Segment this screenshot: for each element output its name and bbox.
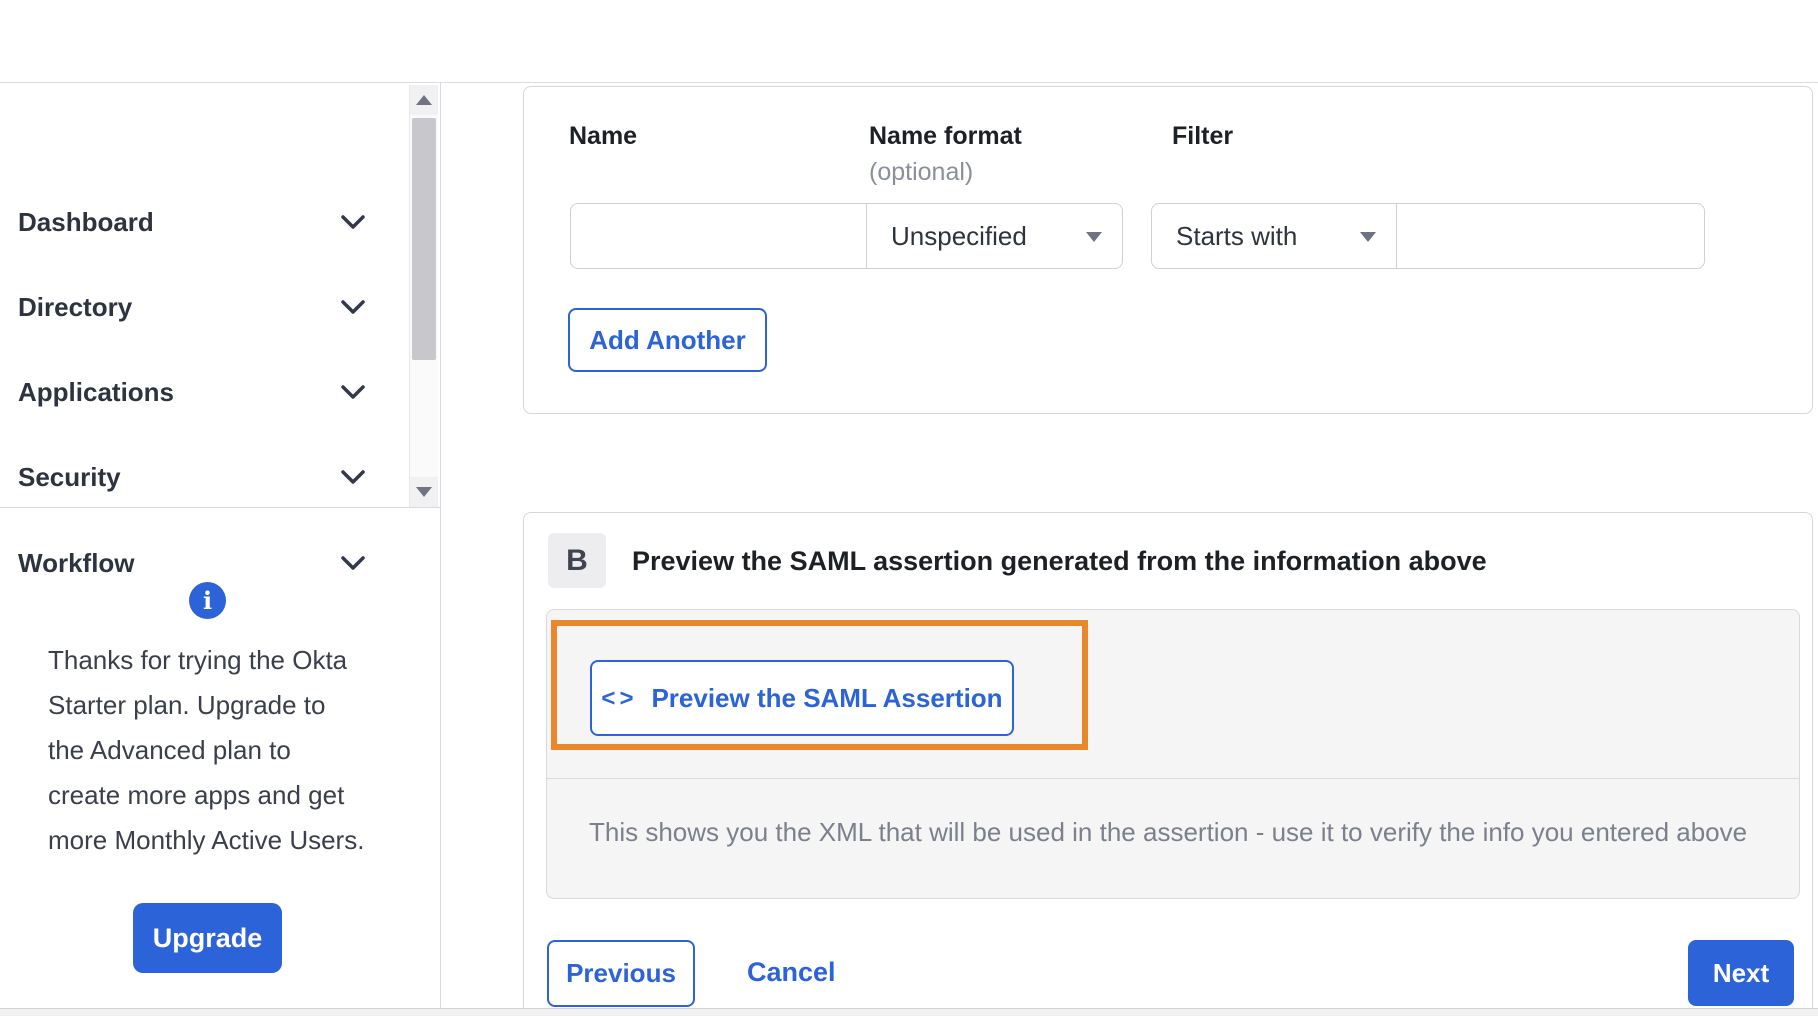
sidebar-item-dashboard[interactable]: Dashboard — [0, 197, 408, 249]
top-header — [0, 0, 1818, 83]
name-format-select[interactable]: Unspecified — [866, 203, 1123, 269]
chevron-down-icon — [341, 300, 365, 314]
cancel-link[interactable]: Cancel — [747, 957, 836, 988]
sidebar-item-label: Applications — [18, 377, 175, 407]
code-icon: <> — [601, 685, 638, 712]
scrollbar-down-button[interactable] — [410, 477, 438, 507]
upsell-message: Thanks for trying the Okta Starter plan.… — [48, 638, 388, 863]
info-icon: i — [189, 582, 226, 619]
filter-value-input[interactable] — [1396, 203, 1705, 269]
panel-divider — [546, 778, 1800, 779]
sidebar-item-security[interactable]: Security — [0, 452, 408, 504]
sidebar-scrollbar-thumb[interactable] — [412, 118, 436, 360]
upsell-line: create more apps and get — [48, 780, 345, 810]
next-button[interactable]: Next — [1688, 940, 1794, 1006]
upsell-line: the Advanced plan to — [48, 735, 291, 765]
upgrade-button[interactable]: Upgrade — [133, 903, 282, 973]
add-another-button[interactable]: Add Another — [568, 308, 767, 372]
scrollbar-up-button[interactable] — [410, 85, 438, 115]
sidebar-nav-divider — [0, 507, 441, 508]
step-b-badge: B — [548, 533, 606, 588]
sidebar-item-directory[interactable]: Directory — [0, 282, 408, 334]
previous-button[interactable]: Previous — [547, 940, 695, 1007]
sidebar-item-label: Dashboard — [18, 207, 154, 237]
sidebar-item-label: Directory — [18, 292, 133, 322]
column-header-filter: Filter — [1172, 122, 1234, 150]
chevron-down-icon — [341, 470, 365, 484]
section-b-heading: Preview the SAML assertion generated fro… — [632, 546, 1487, 576]
chevron-down-icon — [341, 556, 365, 570]
sidebar-item-label: Security — [18, 462, 121, 492]
chevron-down-icon — [341, 215, 365, 229]
viewport-bottom-edge — [0, 1008, 1818, 1016]
sidebar-item-label: Workflow — [18, 548, 135, 578]
upsell-line: more Monthly Active Users. — [48, 825, 365, 855]
name-format-selected-value: Unspecified — [891, 220, 1027, 251]
column-header-name: Name — [569, 122, 638, 150]
arrow-up-icon — [416, 95, 432, 105]
preview-saml-assertion-button[interactable]: <> Preview the SAML Assertion — [590, 660, 1014, 736]
arrow-down-icon — [416, 487, 432, 497]
select-caret-icon — [1360, 232, 1376, 242]
upsell-line: Thanks for trying the Okta — [48, 645, 348, 675]
sidebar-item-applications[interactable]: Applications — [0, 367, 408, 419]
attribute-name-input[interactable] — [570, 203, 867, 269]
filter-operator-selected-value: Starts with — [1176, 220, 1298, 251]
upsell-line: Starter plan. Upgrade to — [48, 690, 326, 720]
chevron-down-icon — [341, 385, 365, 399]
filter-operator-select[interactable]: Starts with — [1151, 203, 1397, 269]
column-header-optional-hint: (optional) — [869, 158, 974, 186]
select-caret-icon — [1086, 232, 1102, 242]
preview-note: This shows you the XML that will be used… — [589, 817, 1748, 847]
column-header-name-format: Name format — [869, 122, 1022, 150]
preview-button-label: Preview the SAML Assertion — [651, 682, 1003, 713]
